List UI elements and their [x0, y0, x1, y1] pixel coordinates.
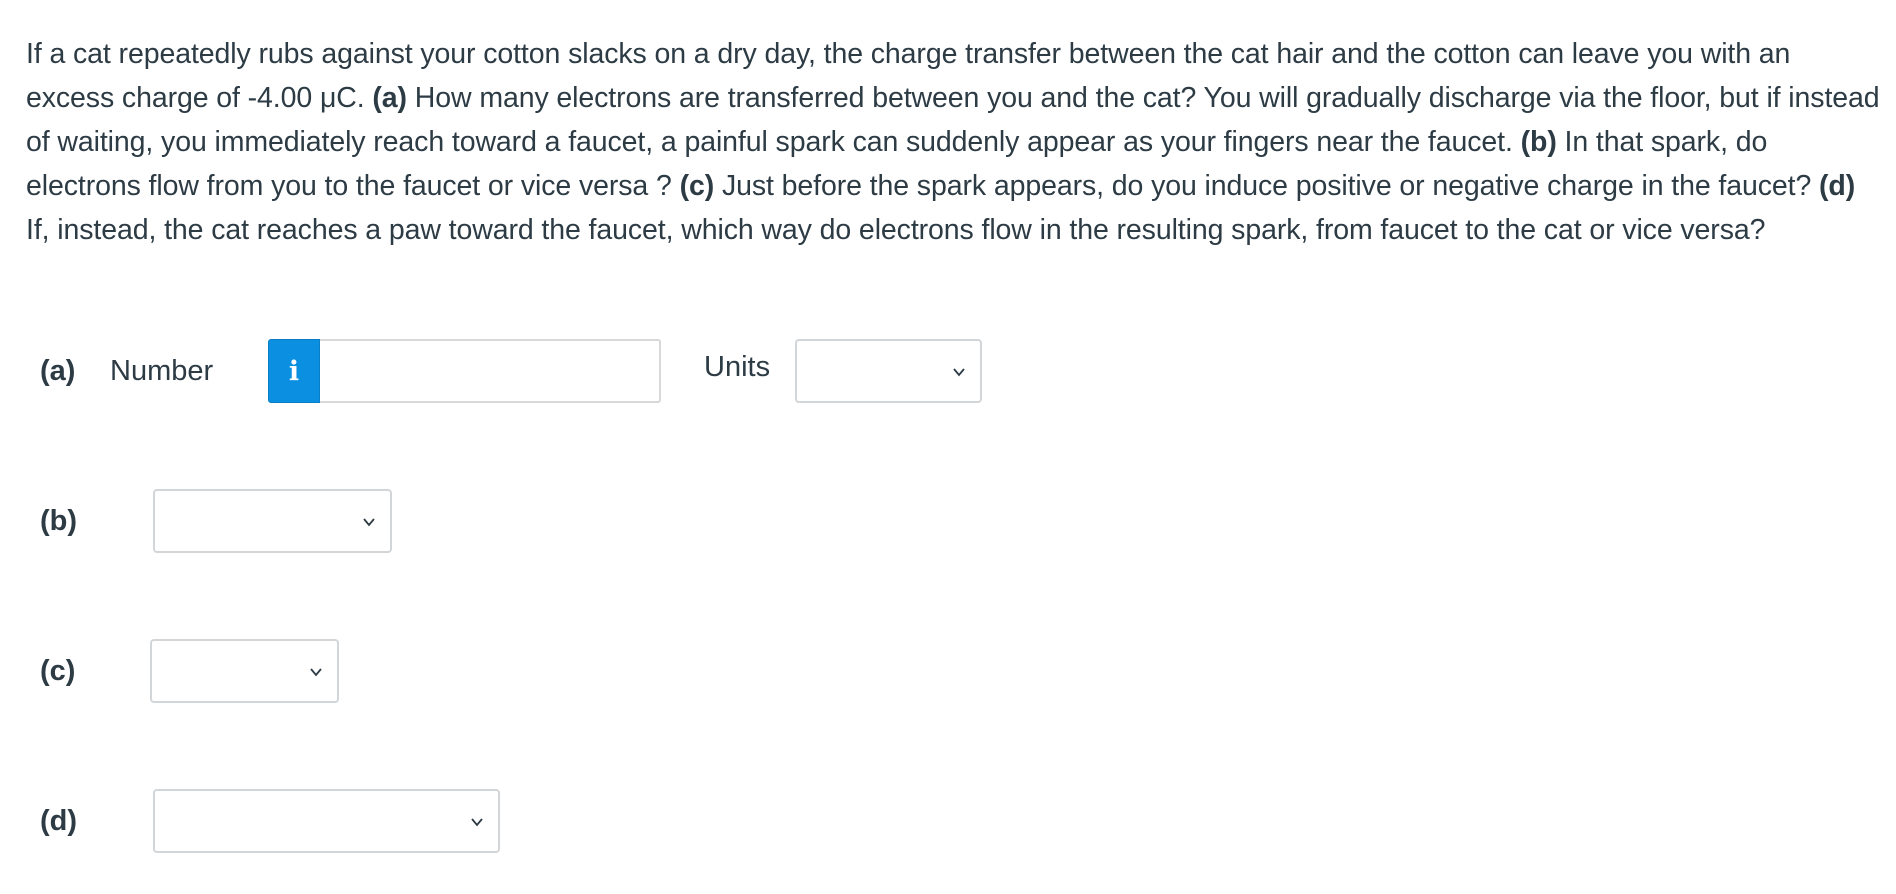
- question-part-c-label: (c): [679, 170, 715, 202]
- part-c-label: (c): [40, 655, 76, 687]
- question-part-a-label: (a): [372, 82, 407, 114]
- part-d-select[interactable]: [153, 789, 500, 853]
- part-b-label: (b): [40, 505, 78, 537]
- question-part-c-text: Just before the spark appears, do you in…: [721, 170, 1812, 202]
- answer-row-c: (c): [0, 638, 1896, 704]
- chevron-down-icon: [310, 668, 322, 677]
- question-part-d-label: (d): [1819, 170, 1856, 202]
- chevron-down-icon: [471, 818, 483, 827]
- question-text: If a cat repeatedly rubs against your co…: [26, 32, 1886, 252]
- number-input[interactable]: [320, 339, 661, 403]
- chevron-down-icon: [363, 518, 375, 527]
- info-button[interactable]: i: [268, 339, 320, 403]
- part-d-label: (d): [40, 805, 78, 837]
- units-label: Units: [704, 351, 771, 383]
- question-part-b-label: (b): [1520, 126, 1557, 158]
- answer-row-d: (d): [0, 788, 1896, 854]
- info-icon: i: [288, 355, 300, 387]
- units-select[interactable]: [795, 339, 982, 403]
- answer-row-b: (b): [0, 488, 1896, 554]
- answer-row-a: (a) Number i Units: [0, 338, 1896, 404]
- part-b-select[interactable]: [153, 489, 392, 553]
- part-a-label: (a): [40, 355, 76, 387]
- number-label: Number: [110, 355, 214, 387]
- question-part-d-text: If, instead, the cat reaches a paw towar…: [26, 214, 1766, 246]
- chevron-down-icon: [953, 368, 965, 377]
- part-c-select[interactable]: [150, 639, 339, 703]
